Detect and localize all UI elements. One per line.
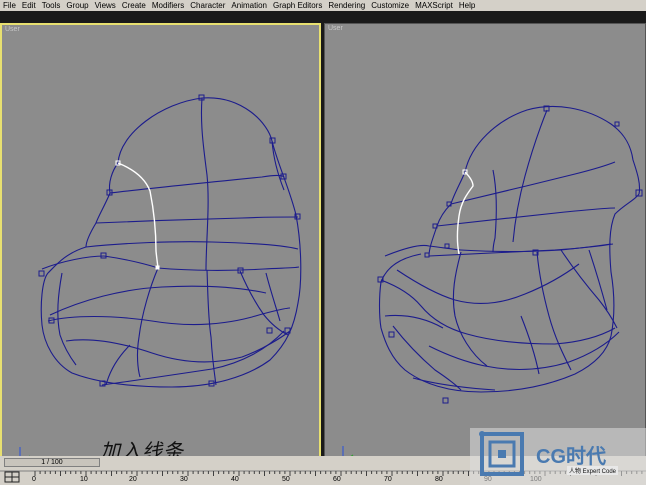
tick-label: 0 [32,476,36,483]
menu-help[interactable]: Help [456,0,478,11]
menu-create[interactable]: Create [119,0,149,11]
viewport-area: User 加入线条 User [0,11,646,466]
menu-maxscript[interactable]: MAXScript [412,0,456,11]
spline-cage-left[interactable] [2,25,319,464]
menu-rendering[interactable]: Rendering [325,0,368,11]
menu-edit[interactable]: Edit [19,0,39,11]
tick-label: 40 [231,476,239,483]
logo-brand: CG时代 [536,446,606,468]
menu-bar: File Edit Tools Group Views Create Modif… [0,0,646,11]
menu-character[interactable]: Character [187,0,228,11]
tick-label: 20 [129,476,137,483]
menu-animation[interactable]: Animation [228,0,270,11]
spline-cage-right[interactable] [325,24,645,465]
tick-label: 30 [180,476,188,483]
tick-label: 60 [333,476,341,483]
tick-label: 70 [384,476,392,483]
viewport-right[interactable]: User [324,23,646,466]
tick-label: 50 [282,476,290,483]
tick-label: 10 [80,476,88,483]
menu-views[interactable]: Views [92,0,119,11]
tick-label: 80 [435,476,443,483]
viewport-left[interactable]: User 加入线条 [0,23,321,466]
time-slider[interactable]: 1 / 100 [4,458,100,467]
menu-file[interactable]: File [0,0,19,11]
logo-subtext: 人物 Expert Code [567,466,619,475]
menu-modifiers[interactable]: Modifiers [149,0,187,11]
menu-tools[interactable]: Tools [39,0,64,11]
menu-group[interactable]: Group [63,0,91,11]
menu-graph-editors[interactable]: Graph Editors [270,0,325,11]
menu-customize[interactable]: Customize [368,0,412,11]
grid-icon[interactable] [4,471,20,483]
